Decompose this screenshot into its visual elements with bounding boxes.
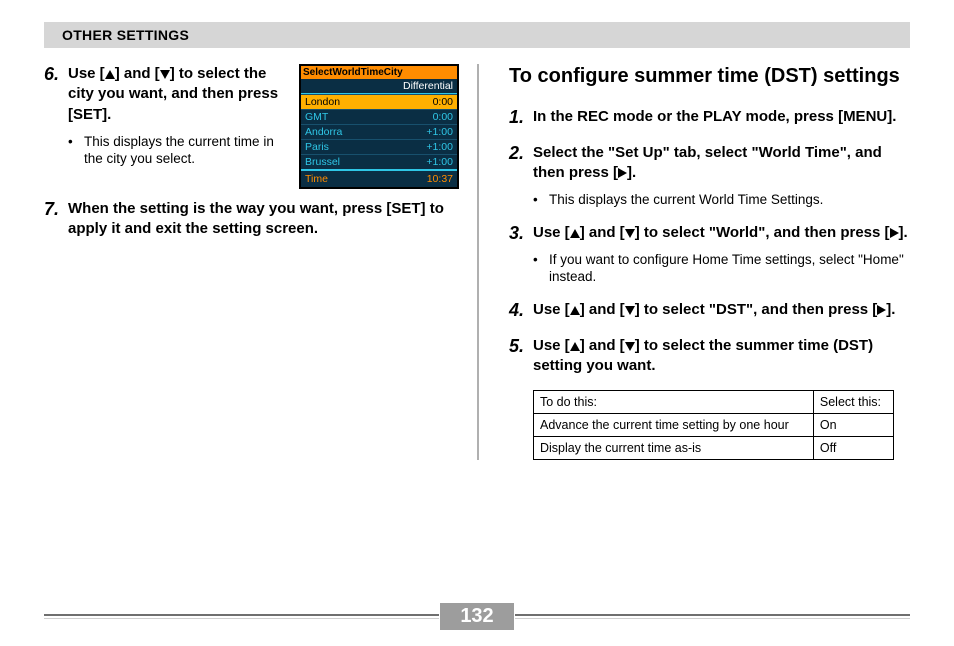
lcd-city-row: Brussel +1:00 (301, 154, 457, 169)
right-arrow-icon (890, 228, 899, 238)
step-1-text: In the REC mode or the PLAY mode, press … (533, 107, 910, 127)
step-2: 2. Select the "Set Up" tab, select "Worl… (509, 143, 910, 209)
lcd-time-row: Time 10:37 (301, 169, 457, 187)
section-header: OTHER SETTINGS (44, 22, 910, 48)
right-arrow-icon (618, 168, 627, 178)
step-3: 3. Use [] and [] to select "World", and … (509, 223, 910, 286)
step-number: 1. (509, 107, 533, 129)
lcd-title: SelectWorldTimeCity (301, 66, 457, 79)
step-5: 5. Use [] and [] to select the summer ti… (509, 336, 910, 377)
up-arrow-icon (570, 342, 580, 351)
right-column: To configure summer time (DST) settings … (477, 64, 910, 460)
footer-rule (44, 614, 439, 619)
left-column: 6. Use [] and [] to select the city you … (44, 64, 477, 460)
step-number: 7. (44, 199, 68, 240)
step-2-bullet: • This displays the current World Time S… (533, 191, 910, 209)
two-column-layout: 6. Use [] and [] to select the city you … (44, 64, 910, 460)
step-1: 1. In the REC mode or the PLAY mode, pre… (509, 107, 910, 129)
section-title: To configure summer time (DST) settings (509, 64, 910, 89)
lcd-city-row: GMT 0:00 (301, 109, 457, 124)
step-3-text: Use [] and [] to select "World", and the… (533, 223, 910, 243)
right-arrow-icon (877, 305, 886, 315)
up-arrow-icon (570, 229, 580, 238)
step-5-text: Use [] and [] to select the summer time … (533, 336, 910, 377)
step-7-text: When the setting is the way you want, pr… (68, 199, 459, 240)
table-header: Select this: (813, 391, 893, 414)
lcd-city-row: London 0:00 (301, 94, 457, 109)
lcd-differential-label: Differential (301, 79, 457, 94)
step-6-text: Use [] and [] to select the city you wan… (68, 64, 287, 125)
down-arrow-icon (625, 342, 635, 351)
lcd-city-row: Paris +1:00 (301, 139, 457, 154)
step-number: 2. (509, 143, 533, 209)
down-arrow-icon (625, 306, 635, 315)
camera-lcd-illustration: SelectWorldTimeCity Differential London … (299, 64, 459, 189)
step-6: 6. Use [] and [] to select the city you … (44, 64, 287, 168)
up-arrow-icon (105, 70, 115, 79)
step-number: 5. (509, 336, 533, 377)
page-footer: 132 (0, 603, 954, 630)
step-4: 4. Use [] and [] to select "DST", and th… (509, 300, 910, 322)
step-6-bullet: • This displays the current time in the … (68, 133, 287, 168)
step-number: 3. (509, 223, 533, 286)
table-row: Display the current time as-is Off (534, 437, 894, 460)
step-number: 4. (509, 300, 533, 322)
dst-options-table: To do this: Select this: Advance the cur… (533, 390, 894, 460)
step-3-bullet: • If you want to configure Home Time set… (533, 251, 910, 286)
down-arrow-icon (160, 70, 170, 79)
step-number: 6. (44, 64, 68, 168)
down-arrow-icon (625, 229, 635, 238)
table-header: To do this: (534, 391, 814, 414)
page-number-badge: 132 (440, 603, 513, 630)
step-4-text: Use [] and [] to select "DST", and then … (533, 300, 910, 320)
up-arrow-icon (570, 306, 580, 315)
lcd-city-row: Andorra +1:00 (301, 124, 457, 139)
footer-rule (515, 614, 910, 619)
table-row: Advance the current time setting by one … (534, 414, 894, 437)
step-2-text: Select the "Set Up" tab, select "World T… (533, 143, 910, 184)
step-7: 7. When the setting is the way you want,… (44, 199, 459, 240)
